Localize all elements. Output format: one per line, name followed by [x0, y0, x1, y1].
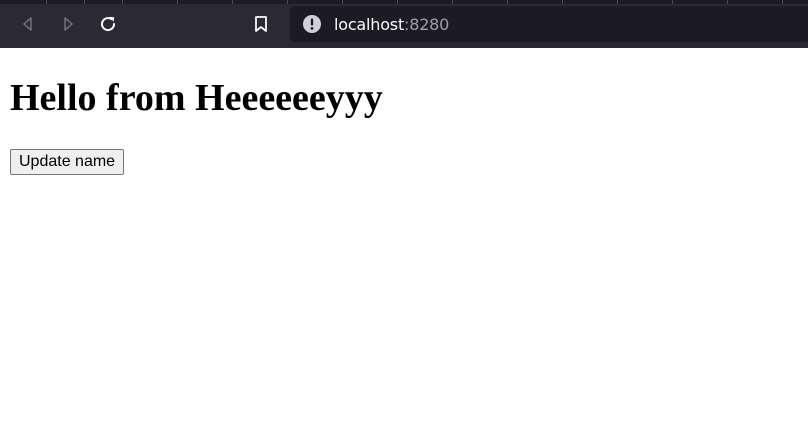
tab-divider [122, 0, 123, 4]
browser-toolbar: localhost:8280 [0, 0, 808, 48]
address-bar[interactable]: localhost:8280 [290, 6, 808, 42]
update-name-button[interactable]: Update name [10, 149, 125, 175]
tab-divider [672, 0, 673, 4]
bookmark-icon [253, 15, 269, 33]
forward-button[interactable] [54, 10, 82, 38]
tab-divider [452, 0, 453, 4]
tab-divider [84, 0, 85, 4]
tab-strip [0, 0, 808, 4]
forward-arrow-icon [60, 16, 76, 32]
url-port: :8280 [404, 14, 450, 34]
tab-divider [562, 0, 563, 4]
tab-divider [177, 0, 178, 4]
back-arrow-icon [20, 16, 36, 32]
tab-divider [617, 0, 618, 4]
tab-divider [507, 0, 508, 4]
page-content: Hello from Heeeeeeyyy Update name [0, 48, 808, 424]
reload-icon [99, 15, 117, 33]
back-button[interactable] [14, 10, 42, 38]
tab-divider [397, 0, 398, 4]
tab-divider [287, 0, 288, 4]
url-host: localhost [334, 14, 405, 34]
tab-divider [232, 0, 233, 4]
tab-divider [342, 0, 343, 4]
url-text[interactable]: localhost:8280 [334, 15, 449, 34]
bookmark-button[interactable] [247, 10, 275, 38]
page-heading: Hello from Heeeeeeyyy [10, 77, 383, 119]
tab-divider [782, 0, 783, 4]
tab-divider [727, 0, 728, 4]
info-warning-icon[interactable] [302, 14, 322, 34]
reload-button[interactable] [94, 10, 122, 38]
tab-divider [46, 0, 47, 4]
